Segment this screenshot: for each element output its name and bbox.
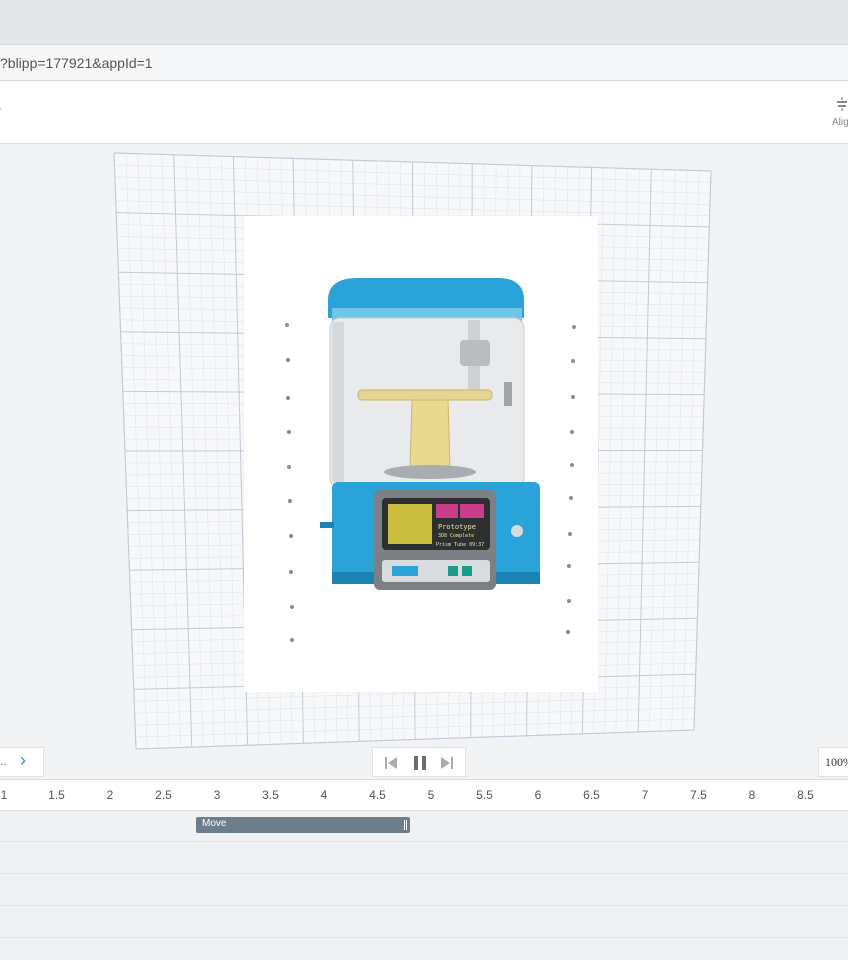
toolbar-edge-mark: ·	[0, 101, 2, 115]
canvas-stage: Prototype 3D8 Complete Prism Tube 09:37 …	[0, 144, 848, 779]
timeline-tick: 3.5	[262, 788, 279, 802]
timeline-ruler[interactable]: 1 1.5 2 2.5 3 3.5 4 4.5 5 5.5 6 6.5 7 7.5 8 8.5	[0, 779, 848, 811]
timeline-tick: 8	[748, 788, 756, 802]
timeline-tick: 1	[0, 788, 8, 802]
timeline-tick: 4.5	[369, 788, 386, 802]
timeline-tick: 2.5	[155, 788, 172, 802]
printer-model[interactable]: Prototype 3D8 Complete Prism Tube 09:37	[318, 278, 548, 598]
playback-controls	[372, 747, 466, 777]
clip-label: Move	[202, 818, 227, 829]
printer-screen-line2: 3D8 Complete	[438, 533, 474, 539]
track-divider	[0, 905, 848, 906]
timeline-tick: 8.5	[797, 788, 814, 802]
timeline-tick: 4	[320, 788, 328, 802]
timeline-tick: 6	[534, 788, 542, 802]
address-text[interactable]: ?blipp=177921&appId=1	[0, 55, 153, 71]
align-icon	[837, 97, 847, 111]
address-bar[interactable]: ?blipp=177921&appId=1	[0, 44, 848, 81]
timeline-tick: 5.5	[476, 788, 493, 802]
clip-resize-handle[interactable]	[404, 820, 407, 830]
editor-toolbar: · Alig	[0, 81, 848, 144]
timeline-tick: 1.5	[48, 788, 65, 802]
align-label: Alig	[832, 117, 848, 128]
printer-screen-title: Prototype	[438, 523, 476, 531]
move-animation-clip[interactable]: Move	[196, 817, 410, 833]
timeline-tracks: Move	[0, 811, 848, 960]
timeline-tick: 7.5	[690, 788, 707, 802]
skip-forward-icon[interactable]	[441, 757, 453, 769]
timeline-tick: 6.5	[583, 788, 600, 802]
timeline-tick: 5	[427, 788, 435, 802]
align-button[interactable]: Alig	[826, 91, 848, 131]
timeline-tick: 7	[641, 788, 649, 802]
browser-tab-strip	[0, 0, 848, 44]
track-divider	[0, 873, 848, 874]
timeline-tick: 3	[213, 788, 221, 802]
timeline-tick: 2	[106, 788, 114, 802]
previous-scene-label: ..	[0, 754, 7, 768]
track-divider	[0, 841, 848, 842]
printer-screen-line3: Prism Tube 09:37	[436, 542, 484, 548]
previous-scene-button[interactable]: .. ›	[0, 747, 44, 777]
chevron-right-icon[interactable]: ›	[20, 750, 26, 771]
track-divider	[0, 937, 848, 938]
pause-icon[interactable]	[414, 756, 426, 770]
zoom-level[interactable]: 100%	[818, 747, 848, 777]
skip-back-icon[interactable]	[385, 757, 397, 769]
playback-icons	[385, 756, 453, 770]
zoom-text: 100%	[825, 755, 848, 769]
